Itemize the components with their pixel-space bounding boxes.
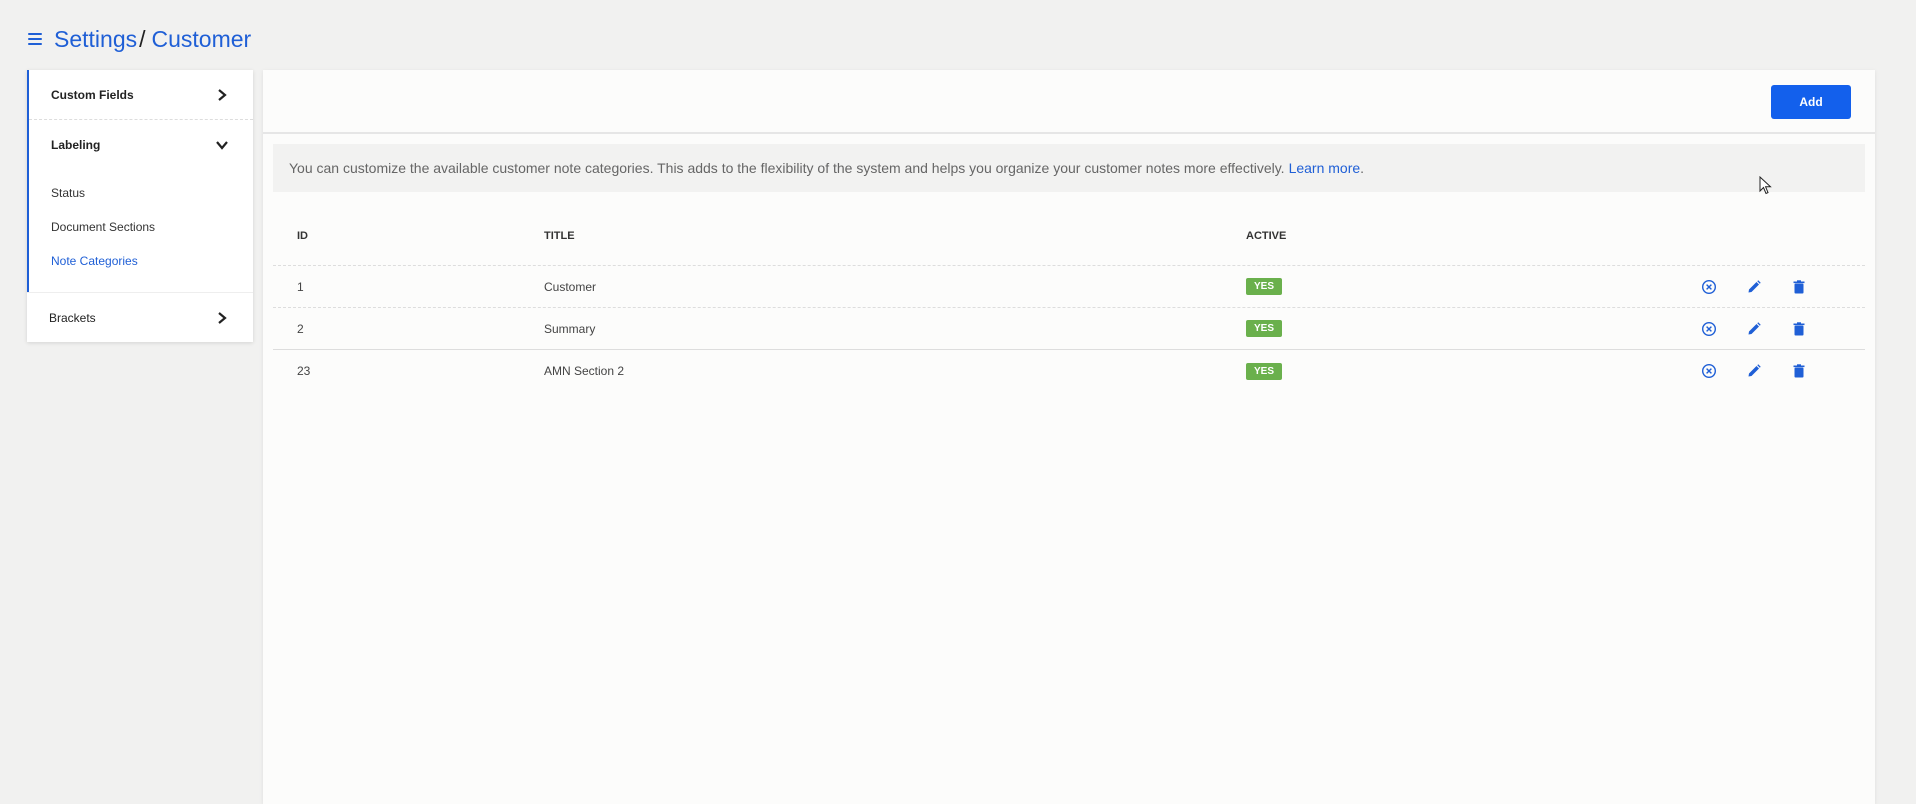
sidebar-item-label: Labeling (51, 138, 101, 152)
cell-id: 23 (297, 364, 311, 378)
info-period: . (1360, 160, 1365, 176)
main-panel: Add You can customize the available cust… (263, 70, 1875, 804)
column-header-active: ACTIVE (1246, 229, 1287, 242)
breadcrumb-separator: / (139, 25, 146, 52)
cell-title: Summary (544, 321, 596, 336)
labeling-submenu: Status Document Sections Note Categories (29, 170, 253, 292)
menu-icon[interactable] (28, 33, 42, 45)
mouse-cursor-icon (1759, 176, 1772, 195)
sidebar-item-custom-fields[interactable]: Custom Fields (29, 70, 253, 120)
delete-button[interactable] (1776, 277, 1821, 297)
delete-button[interactable] (1776, 361, 1821, 381)
info-banner: You can customize the available customer… (273, 144, 1865, 192)
chevron-down-icon (216, 141, 228, 150)
status-badge: YES (1246, 320, 1283, 337)
status-badge: YES (1246, 278, 1283, 295)
cell-title: AMN Section 2 (544, 364, 625, 378)
cell-id: 1 (297, 279, 304, 294)
chevron-right-icon (218, 88, 227, 101)
sidebar-item-status[interactable]: Status (29, 176, 253, 210)
cancel-circle-icon (1701, 363, 1716, 379)
cell-id: 2 (297, 321, 304, 336)
edit-button[interactable] (1731, 361, 1776, 381)
cell-title: Customer (544, 279, 597, 294)
chevron-right-icon (218, 311, 227, 324)
deactivate-button[interactable] (1686, 277, 1731, 297)
info-text: You can customize the available customer… (289, 160, 1285, 176)
sidebar-item-label: Custom Fields (51, 87, 134, 102)
edit-button[interactable] (1731, 319, 1776, 339)
edit-button[interactable] (1731, 277, 1776, 297)
breadcrumb: Settings / Customer (28, 24, 251, 54)
delete-button[interactable] (1776, 319, 1821, 339)
sidebar-item-label: Brackets (49, 310, 96, 325)
learn-more-link[interactable]: Learn more (1289, 160, 1361, 176)
sidebar-item-brackets[interactable]: Brackets (27, 292, 253, 342)
table-header: ID TITLE ACTIVE (273, 206, 1865, 266)
sidebar-active-group: Custom Fields Labeling Status Document S… (27, 70, 253, 292)
sidebar-item-labeling[interactable]: Labeling (29, 120, 253, 170)
toolbar: Add (263, 70, 1875, 134)
trash-icon (1793, 279, 1804, 293)
settings-sidebar: Custom Fields Labeling Status Document S… (27, 70, 253, 342)
deactivate-button[interactable] (1686, 319, 1731, 339)
pencil-icon (1748, 364, 1761, 377)
trash-icon (1793, 364, 1804, 378)
add-button[interactable]: Add (1771, 85, 1851, 119)
note-categories-table: ID TITLE ACTIVE 1 Customer YES 2 Summary… (273, 206, 1865, 392)
cancel-circle-icon (1701, 279, 1716, 294)
cancel-circle-icon (1701, 321, 1716, 336)
trash-icon (1793, 321, 1804, 335)
table-row: 23 AMN Section 2 YES (273, 350, 1865, 392)
column-header-title: TITLE (544, 229, 575, 242)
breadcrumb-settings[interactable]: Settings (54, 26, 137, 53)
deactivate-button[interactable] (1686, 361, 1731, 381)
pencil-icon (1748, 279, 1761, 292)
breadcrumb-customer[interactable]: Customer (152, 26, 252, 53)
table-row: 1 Customer YES (273, 266, 1865, 308)
table-row: 2 Summary YES (273, 308, 1865, 350)
sidebar-item-document-sections[interactable]: Document Sections (29, 210, 253, 244)
column-header-id: ID (297, 229, 308, 242)
pencil-icon (1748, 321, 1761, 334)
sidebar-item-note-categories[interactable]: Note Categories (29, 244, 253, 278)
status-badge: YES (1246, 362, 1283, 380)
